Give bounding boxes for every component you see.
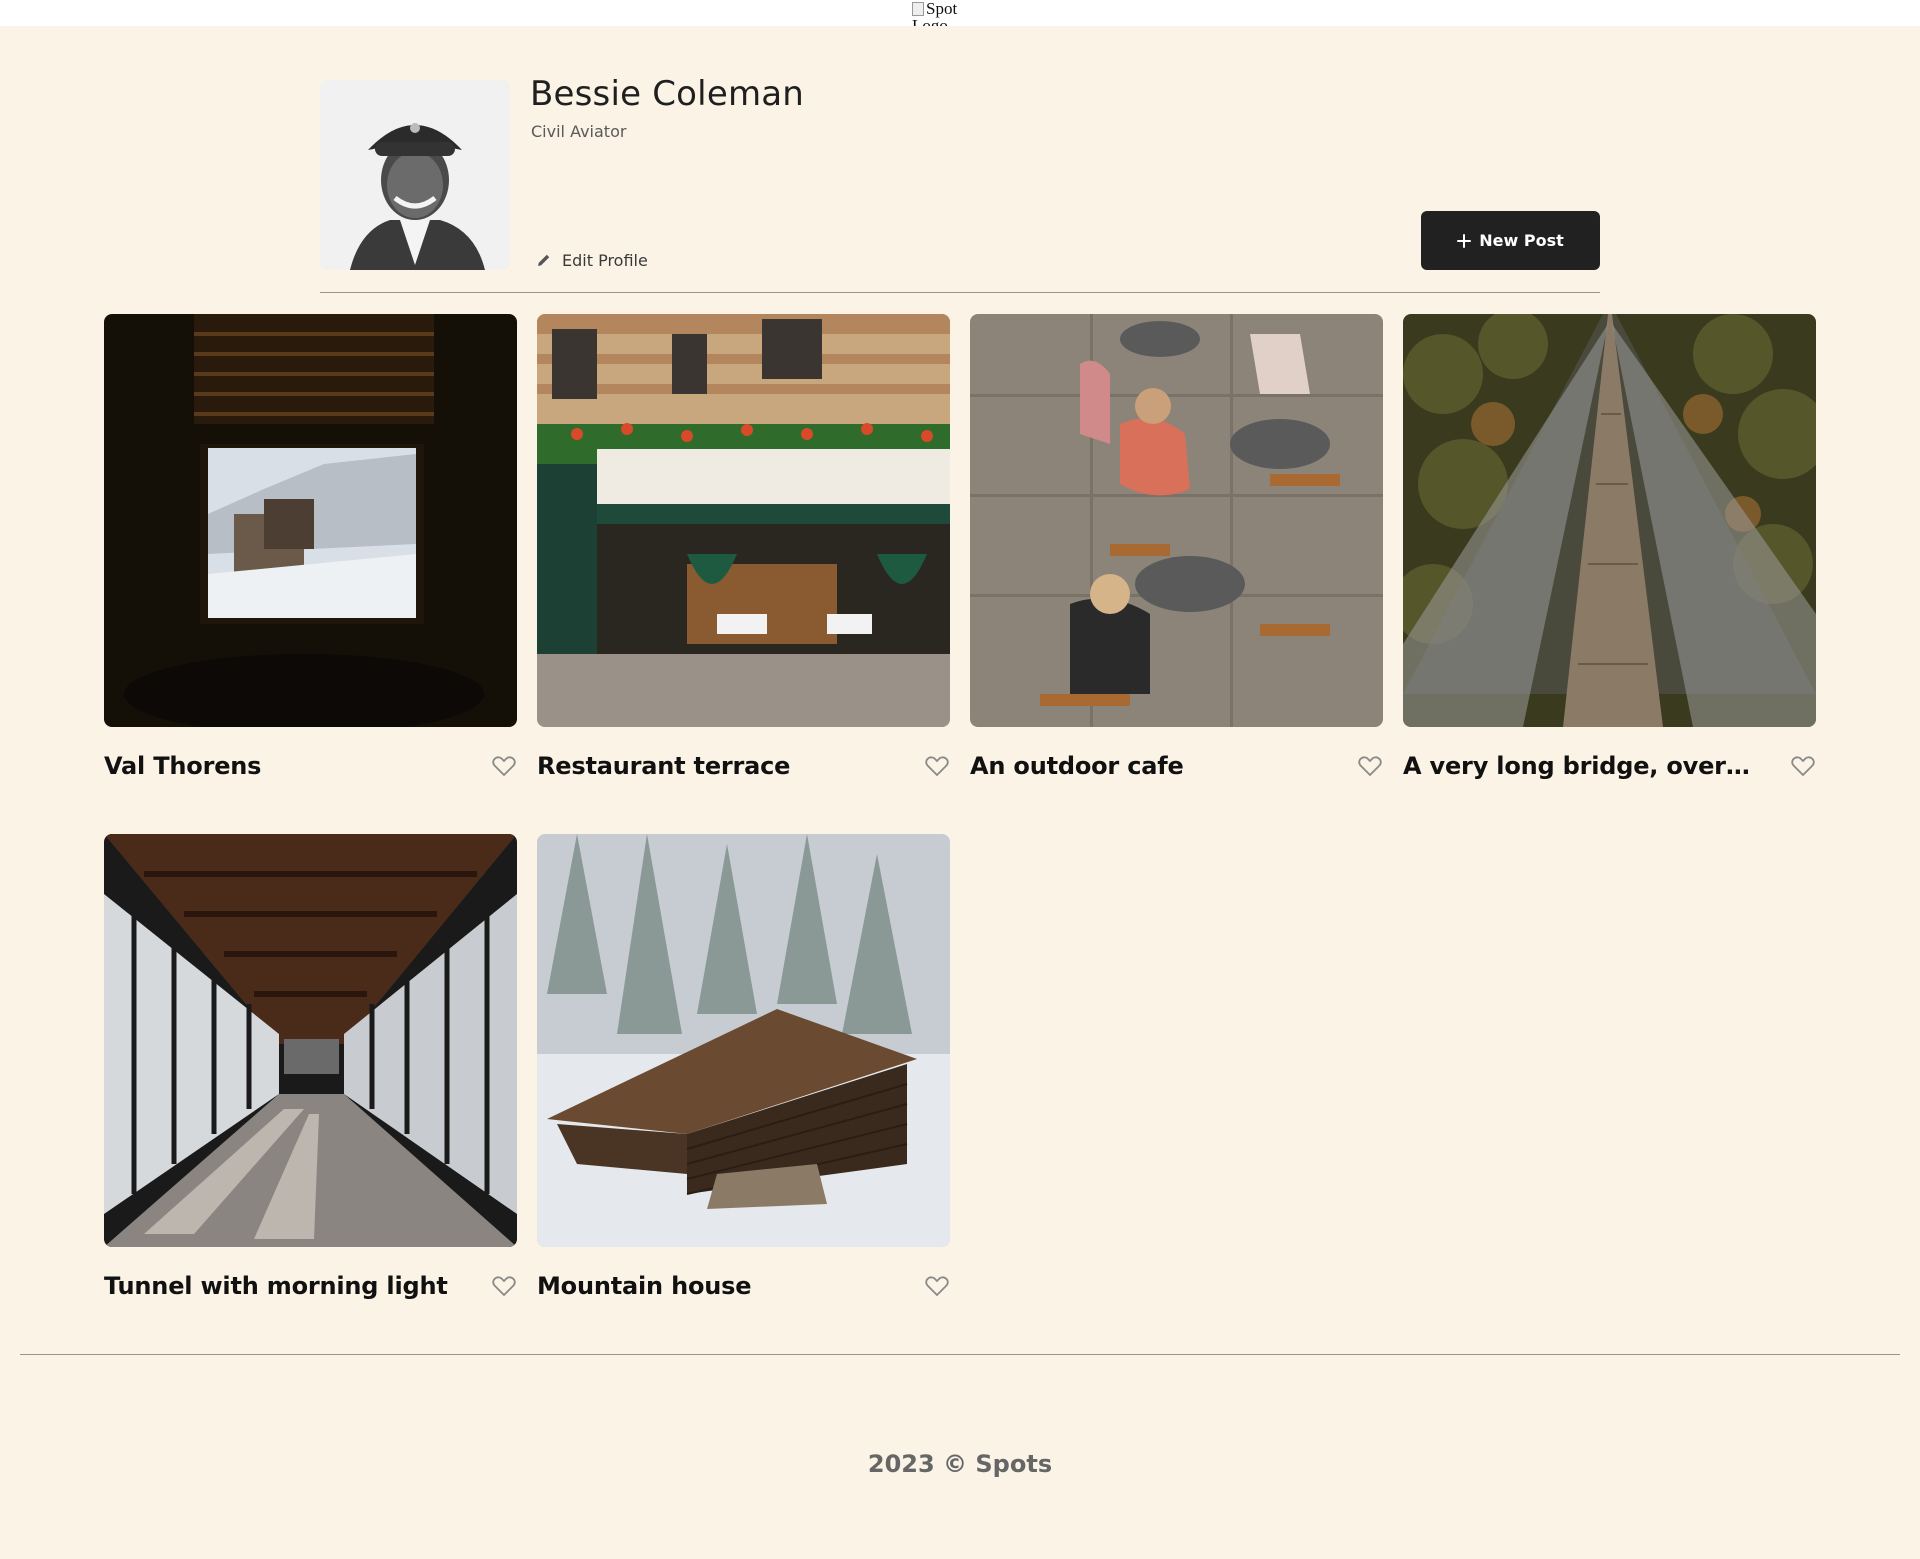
- broken-image-icon: [912, 2, 924, 16]
- profile-divider: [320, 292, 1600, 293]
- card: An outdoor cafe: [970, 314, 1383, 780]
- card: Restaurant terrace: [537, 314, 950, 780]
- edit-profile-button[interactable]: Edit Profile: [536, 248, 648, 272]
- profile-name: Bessie Coleman: [530, 74, 805, 114]
- pencil-icon: [538, 254, 550, 266]
- heart-outline-icon: [1791, 756, 1815, 777]
- logo: Spot Logo: [912, 0, 972, 26]
- profile-description: Civil Aviator: [531, 122, 627, 141]
- card-image[interactable]: [970, 314, 1383, 727]
- card-title: Mountain house: [537, 1272, 752, 1300]
- footer-copyright: 2023 © Spots: [867, 1450, 1053, 1478]
- edit-profile-label: Edit Profile: [562, 250, 648, 270]
- like-button[interactable]: [1357, 754, 1383, 778]
- like-button[interactable]: [491, 754, 517, 778]
- plus-icon: [1457, 233, 1472, 248]
- card-image[interactable]: [537, 834, 950, 1247]
- like-button[interactable]: [924, 1274, 950, 1298]
- card: Mountain house: [537, 834, 950, 1300]
- card-image[interactable]: [104, 314, 517, 727]
- heart-outline-icon: [925, 1276, 949, 1297]
- card-title: Tunnel with morning light: [104, 1272, 448, 1300]
- card: Val Thorens: [104, 314, 517, 780]
- footer-divider: [20, 1354, 1900, 1355]
- new-post-label: New Post: [1479, 231, 1564, 250]
- card-title: An outdoor cafe: [970, 752, 1184, 780]
- card: Tunnel with morning light: [104, 834, 517, 1300]
- card-image[interactable]: [1403, 314, 1816, 727]
- heart-outline-icon: [492, 1276, 516, 1297]
- card-title: Val Thorens: [104, 752, 262, 780]
- like-button[interactable]: [491, 1274, 517, 1298]
- new-post-button[interactable]: New Post: [1421, 211, 1600, 270]
- avatar: [320, 80, 510, 270]
- like-button[interactable]: [1790, 754, 1816, 778]
- card-title: A very long bridge, over the forest and …: [1403, 752, 1753, 780]
- heart-outline-icon: [492, 756, 516, 777]
- site-header: Spot Logo: [0, 0, 1920, 26]
- card-image[interactable]: [104, 834, 517, 1247]
- card-title: Restaurant terrace: [537, 752, 791, 780]
- heart-outline-icon: [1358, 756, 1382, 777]
- like-button[interactable]: [924, 754, 950, 778]
- heart-outline-icon: [925, 756, 949, 777]
- card: A very long bridge, over the forest and …: [1403, 314, 1816, 780]
- card-image[interactable]: [537, 314, 950, 727]
